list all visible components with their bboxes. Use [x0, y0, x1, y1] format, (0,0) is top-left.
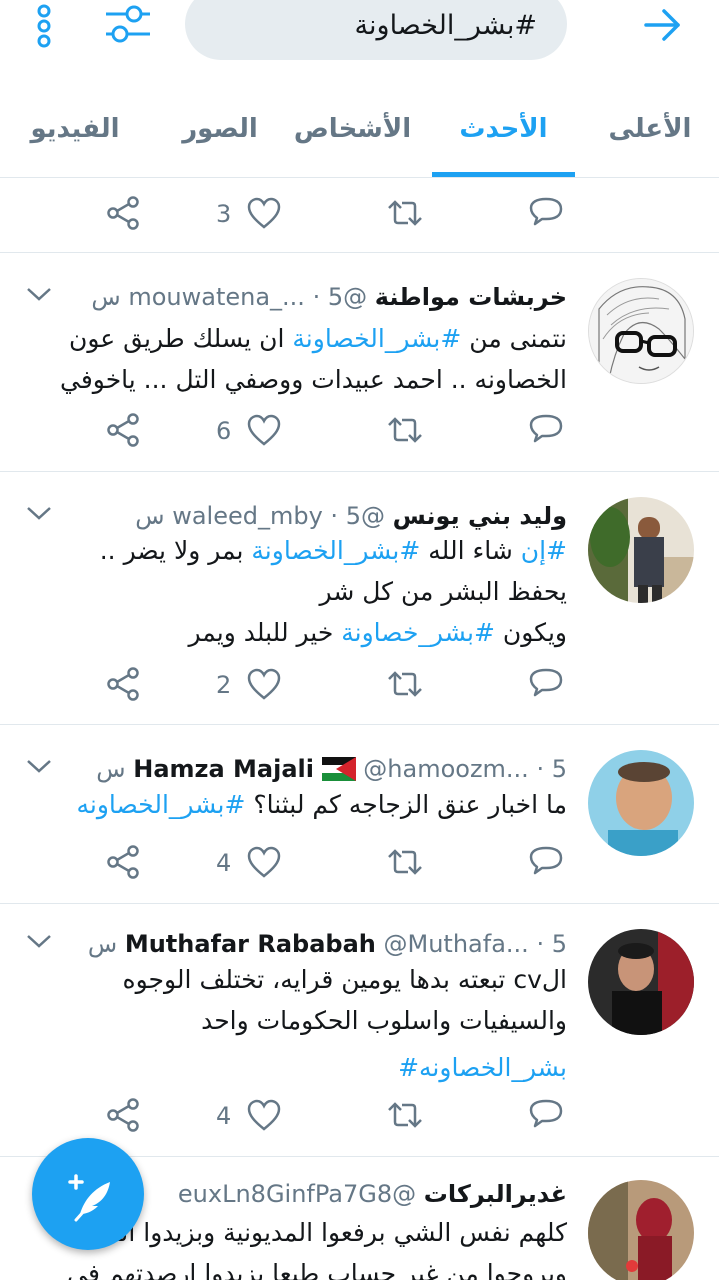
tweet-text: ما اخبار عنق الزجاجه كم لبثنا؟ #بشر_الخص… — [76, 790, 567, 819]
retweet-icon[interactable] — [386, 198, 424, 232]
retweet-icon[interactable] — [386, 1100, 424, 1134]
tweet-text: #إن شاء الله #بشر_الخصاونة بمر ولا يضر .… — [99, 536, 567, 647]
tweet-text: الcv تبعته بدها يومين قرايه، تختلف الوجو… — [122, 965, 567, 1082]
display-name[interactable]: Muthafar Rababah — [125, 930, 376, 958]
like-heart-icon[interactable] — [246, 667, 282, 705]
tab-people[interactable]: الأشخاص — [290, 114, 415, 144]
tab-videos[interactable]: الفيديو — [10, 114, 140, 144]
tweet-actions: 4 — [0, 839, 719, 889]
tweet-header: غديرالبركات @euxLn8GinfPa7G8 — [178, 1180, 567, 1208]
reply-icon[interactable] — [528, 196, 564, 234]
tab-photos[interactable]: الصور — [165, 114, 275, 144]
search-tabs: الأعلى الأحدث الأشخاص الصور الفيديو — [0, 88, 719, 178]
retweet-icon[interactable] — [386, 415, 424, 449]
hashtag-link[interactable]: #بشر_الخصاونة — [292, 324, 461, 353]
divider — [0, 903, 719, 904]
avatar[interactable] — [588, 278, 694, 384]
like-count: 4 — [216, 1102, 232, 1130]
active-tab-indicator — [432, 172, 575, 177]
share-icon[interactable] — [106, 845, 140, 883]
handle[interactable]: @Muthafa... — [384, 930, 529, 958]
like-heart-icon[interactable] — [246, 845, 282, 883]
palestine-flag-icon — [321, 757, 356, 781]
search-query: #بشر_الخصاونة — [354, 10, 537, 41]
like-count: 6 — [216, 417, 232, 445]
tweet-header: Muthafar Rababah @Muthafa... · 5 س — [87, 930, 567, 958]
compose-tweet-button[interactable] — [32, 1138, 144, 1250]
like-count: 3 — [216, 200, 232, 228]
compose-feather-icon — [68, 1174, 110, 1222]
chevron-down-icon[interactable] — [26, 505, 52, 525]
divider — [0, 724, 719, 725]
hashtag-link[interactable]: #إن — [521, 536, 567, 565]
handle[interactable]: @euxLn8GinfPa7G8 — [178, 1180, 416, 1208]
like-heart-icon[interactable] — [246, 413, 282, 451]
share-icon[interactable] — [106, 196, 140, 234]
avatar[interactable] — [588, 1180, 694, 1280]
chevron-down-icon[interactable] — [26, 933, 52, 953]
display-name[interactable]: غديرالبركات — [424, 1180, 567, 1208]
like-heart-icon[interactable] — [246, 1098, 282, 1136]
back-arrow-icon[interactable] — [642, 8, 682, 42]
tweet-actions: 4 — [0, 1092, 719, 1142]
filter-sliders-icon[interactable] — [104, 2, 152, 46]
top-bar: #بشر_الخصاونة — [0, 0, 719, 88]
display-name[interactable]: Hamza Majali — [133, 755, 314, 783]
more-options-icon[interactable] — [32, 4, 56, 48]
hashtag-link[interactable]: بشر_الخصاونه# — [398, 1053, 567, 1082]
like-count: 4 — [216, 849, 232, 877]
hashtag-link[interactable]: #بشر_خصاونة — [341, 618, 495, 647]
chevron-down-icon[interactable] — [26, 758, 52, 778]
avatar[interactable] — [588, 497, 694, 603]
tweet-header: وليد بني يونس @waleed_mby · 5 س — [135, 502, 567, 530]
display-name[interactable]: وليد بني يونس — [393, 502, 567, 530]
avatar[interactable] — [588, 929, 694, 1035]
divider — [0, 471, 719, 472]
divider — [0, 252, 719, 253]
chevron-down-icon[interactable] — [26, 286, 52, 306]
tab-top[interactable]: الأعلى — [600, 114, 700, 144]
share-icon[interactable] — [106, 667, 140, 705]
tweet-header: خربشات مواطنة @mouwatena_... · 5 س — [91, 283, 567, 311]
tweet-text: نتمنى من #بشر_الخصاونة ان يسلك طريق عون … — [59, 324, 567, 394]
search-input[interactable]: #بشر_الخصاونة — [185, 0, 567, 60]
tab-latest[interactable]: الأحدث — [432, 114, 575, 144]
reply-icon[interactable] — [528, 1098, 564, 1136]
retweet-icon[interactable] — [386, 669, 424, 703]
tweet-actions: 2 — [0, 661, 719, 711]
tweet-actions: 6 — [0, 407, 719, 457]
tweet-header: Hamza Majali @hamoozm... · 5 س — [96, 755, 567, 783]
like-heart-icon[interactable] — [246, 196, 282, 234]
reply-icon[interactable] — [528, 845, 564, 883]
reply-icon[interactable] — [528, 667, 564, 705]
like-count: 2 — [216, 671, 232, 699]
tweet-actions: 3 — [0, 190, 719, 240]
share-icon[interactable] — [106, 413, 140, 451]
retweet-icon[interactable] — [386, 847, 424, 881]
handle[interactable]: @hamoozm... — [363, 755, 529, 783]
reply-icon[interactable] — [528, 413, 564, 451]
hashtag-link[interactable]: #بشر_الخصاونة — [251, 536, 420, 565]
hashtag-link[interactable]: #بشر_الخصاونه — [76, 790, 245, 819]
display-name[interactable]: خربشات مواطنة — [375, 283, 567, 311]
share-icon[interactable] — [106, 1098, 140, 1136]
